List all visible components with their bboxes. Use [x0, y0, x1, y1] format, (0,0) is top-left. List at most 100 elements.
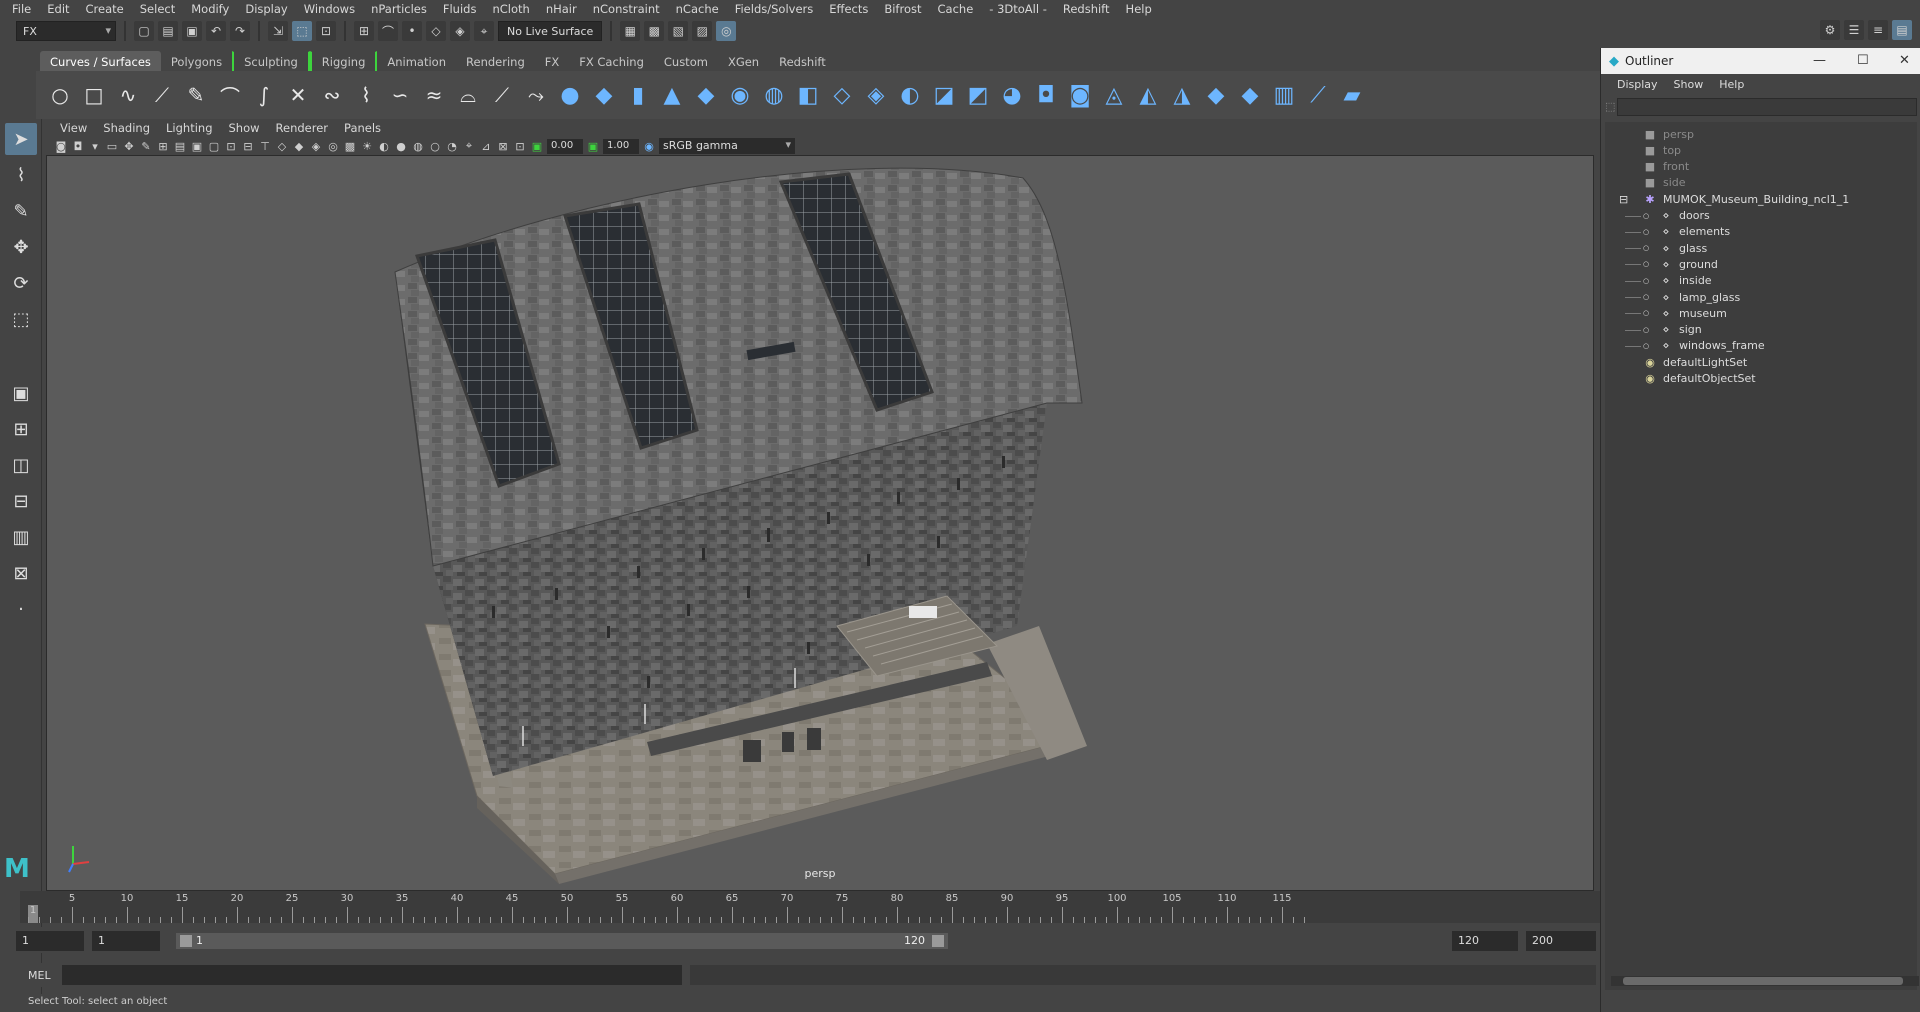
trim-tool-icon[interactable]: ◬: [1100, 81, 1128, 109]
gate-mask-icon[interactable]: ▢: [207, 139, 221, 153]
planar-icon[interactable]: ◇: [828, 81, 856, 109]
outliner-toggle-icon[interactable]: ▤: [1892, 20, 1912, 40]
render-frame-icon[interactable]: ▩: [644, 21, 665, 41]
menu-effects[interactable]: Effects: [821, 2, 876, 16]
playback-range-bar[interactable]: 1 120: [176, 933, 948, 949]
camera-select-icon[interactable]: ◙: [54, 139, 68, 153]
snap-live-icon[interactable]: ⌖: [474, 21, 494, 41]
nurbs-circle-icon[interactable]: ○: [46, 81, 74, 109]
persp-outliner-layout-icon[interactable]: ◫: [5, 449, 37, 481]
shadows-icon[interactable]: ◐: [377, 139, 391, 153]
visibility-dot-icon[interactable]: ○: [1643, 212, 1649, 220]
extend-surface-icon[interactable]: ◮: [1168, 81, 1196, 109]
attribute-editor-icon[interactable]: ≡: [1868, 20, 1888, 40]
ep-curve-icon[interactable]: ⟋: [148, 81, 176, 109]
gamma-icon[interactable]: ▣: [586, 139, 600, 153]
field-chart-icon[interactable]: ⊡: [224, 139, 238, 153]
nurbs-cylinder-icon[interactable]: ▮: [624, 81, 652, 109]
sidebar-toggle-icon[interactable]: ☰: [1844, 20, 1864, 40]
paint-select-icon[interactable]: ✎: [5, 195, 37, 227]
textured-icon[interactable]: ▩: [343, 139, 357, 153]
command-input[interactable]: [62, 965, 682, 985]
untrim-icon[interactable]: ◭: [1134, 81, 1162, 109]
menu-create[interactable]: Create: [78, 2, 132, 16]
resolution-gate-icon[interactable]: ▣: [190, 139, 204, 153]
playback-start-field[interactable]: 1: [92, 931, 160, 951]
birail-icon[interactable]: ◐: [896, 81, 924, 109]
outliner-item[interactable]: ◉ defaultObjectSet: [1605, 369, 1917, 389]
nurbs-cube-icon[interactable]: ◆: [590, 81, 618, 109]
menu-nparticles[interactable]: nParticles: [363, 2, 435, 16]
shelf-tab-redshift[interactable]: Redshift: [769, 51, 836, 71]
single-perspective-layout-icon[interactable]: ▣: [5, 377, 37, 409]
perspective-viewport[interactable]: persp: [46, 155, 1594, 891]
outliner-menu-display[interactable]: Display: [1609, 78, 1666, 91]
more-layouts-icon[interactable]: ·: [5, 593, 37, 625]
open-scene-icon[interactable]: ▤: [158, 21, 178, 41]
menu-ncache[interactable]: nCache: [668, 2, 727, 16]
menu-display[interactable]: Display: [237, 2, 295, 16]
menu-file[interactable]: File: [4, 2, 39, 16]
xray-joints-icon[interactable]: ⊿: [479, 139, 493, 153]
curve-intersect-icon[interactable]: ✕: [284, 81, 312, 109]
visibility-dot-icon[interactable]: ○: [1643, 326, 1649, 334]
expand-toggle-icon[interactable]: ⊟: [1619, 193, 1628, 206]
menu-redshift[interactable]: Redshift: [1055, 2, 1118, 16]
project-curve-icon[interactable]: ◘: [1032, 81, 1060, 109]
shelf-tab-fx[interactable]: FX: [535, 51, 570, 71]
outliner-menu-show[interactable]: Show: [1666, 78, 1712, 91]
square-surface-icon[interactable]: ◩: [964, 81, 992, 109]
menu-nconstraint[interactable]: nConstraint: [585, 2, 668, 16]
shelf-tab-polygons[interactable]: Polygons: [161, 51, 232, 71]
loft-icon[interactable]: ◧: [794, 81, 822, 109]
wireframe-on-shaded-icon[interactable]: ◈: [309, 139, 323, 153]
time-slider[interactable]: 1 5 10 15 20 25 30 35 40 45 50 55 60 65 70 75 80 85 90 95 1…: [20, 891, 1600, 923]
shelf-tab-rendering[interactable]: Rendering: [456, 51, 535, 71]
panel-menu-show[interactable]: Show: [221, 121, 268, 135]
new-scene-icon[interactable]: ▢: [134, 21, 154, 41]
grid-icon[interactable]: ⊞: [156, 139, 170, 153]
menu-set-dropdown[interactable]: FX: [16, 21, 116, 41]
visibility-dot-icon[interactable]: ○: [1643, 342, 1649, 350]
select-component-icon[interactable]: ⊡: [316, 21, 336, 41]
redo-icon[interactable]: ↷: [230, 21, 250, 41]
camera-attributes-icon[interactable]: ◘: [71, 139, 85, 153]
extend-curve-icon[interactable]: ⟋: [488, 81, 516, 109]
snap-surface-icon[interactable]: ◈: [450, 21, 470, 41]
visibility-dot-icon[interactable]: ○: [1643, 277, 1649, 285]
nurbs-sphere-icon[interactable]: ●: [556, 81, 584, 109]
maximize-icon[interactable]: ☐: [1857, 53, 1869, 68]
grease-pencil-icon[interactable]: ✎: [139, 139, 153, 153]
depth-of-field-icon[interactable]: ◔: [445, 139, 459, 153]
nurbs-square-icon[interactable]: □: [80, 81, 108, 109]
color-management-icon[interactable]: ◉: [642, 139, 656, 153]
visibility-dot-icon[interactable]: ○: [1643, 260, 1649, 268]
hypershade-icon[interactable]: ◎: [716, 21, 737, 41]
menu-ncloth[interactable]: nCloth: [484, 2, 537, 16]
motion-blur-icon[interactable]: ◍: [411, 139, 425, 153]
film-gate-icon[interactable]: ▤: [173, 139, 187, 153]
view-transform-dropdown[interactable]: sRGB gamma: [659, 138, 795, 154]
intersect-surfaces-icon[interactable]: ◙: [1066, 81, 1094, 109]
filter-icon[interactable]: ⬚: [1605, 100, 1615, 113]
panel-menu-shading[interactable]: Shading: [95, 121, 158, 135]
shelf-tab-custom[interactable]: Custom: [654, 51, 718, 71]
hud-icon[interactable]: ⊡: [513, 139, 527, 153]
shelf-tab-sculpting[interactable]: Sculpting: [232, 51, 310, 71]
four-view-layout-icon[interactable]: ⊞: [5, 413, 37, 445]
outliner-search-input[interactable]: [1617, 98, 1917, 116]
range-end-handle[interactable]: [932, 935, 944, 947]
nurbs-cone-icon[interactable]: ▲: [658, 81, 686, 109]
xray-active-icon[interactable]: ⊠: [496, 139, 510, 153]
persp-graph-layout-icon[interactable]: ⊟: [5, 485, 37, 517]
use-all-lights-icon[interactable]: ☀: [360, 139, 374, 153]
ipr-render-icon[interactable]: ▧: [668, 21, 689, 41]
boundary-icon[interactable]: ◪: [930, 81, 958, 109]
visibility-dot-icon[interactable]: ○: [1643, 244, 1649, 252]
select-object-icon[interactable]: ⬚: [292, 21, 312, 41]
lasso-tool-icon[interactable]: ⌇: [5, 159, 37, 191]
exposure-field[interactable]: 0.00: [547, 138, 583, 154]
persp-hypershade-layout-icon[interactable]: ▥: [5, 521, 37, 553]
pencil-curve-icon[interactable]: ✎: [182, 81, 210, 109]
exposure-icon[interactable]: ▣: [530, 139, 544, 153]
